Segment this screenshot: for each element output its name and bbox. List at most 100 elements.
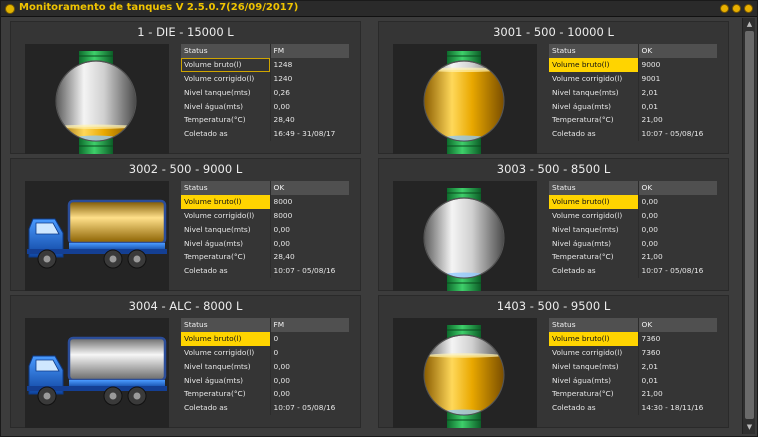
tank-data-table: Status OK Volume bruto(l) 0,00 Volume corrig… bbox=[549, 181, 717, 278]
field-label: Temperatura(°C) bbox=[549, 386, 639, 401]
table-row: Nivel tanque(mts) 0,26 bbox=[181, 85, 349, 100]
field-label: Nivel água(mts) bbox=[181, 99, 271, 113]
tank-card[interactable]: 3003 - 500 - 8500 L Status OK Volume bruto… bbox=[378, 158, 729, 292]
field-value: 2,01 bbox=[641, 361, 658, 371]
field-label: Temperatura(°C) bbox=[549, 112, 639, 127]
table-row: Volume corrigido(l) 7360 bbox=[549, 345, 717, 360]
table-row: Nivel água(mts) 0,01 bbox=[549, 99, 717, 113]
field-value: 2,01 bbox=[641, 87, 658, 97]
field-label: Volume bruto(l) bbox=[549, 57, 639, 72]
vertical-tank-icon bbox=[25, 44, 169, 155]
field-label: Volume bruto(l) bbox=[181, 331, 271, 346]
field-value: 21,00 bbox=[641, 389, 663, 399]
field-value: OK bbox=[638, 181, 717, 195]
tank-card[interactable]: 3001 - 500 - 10000 L Status OK Volume brut… bbox=[378, 21, 729, 155]
tank-card[interactable]: 3002 - 500 - 9000 L Status OK Volume bruto… bbox=[10, 158, 361, 291]
table-row: Status FM bbox=[181, 44, 349, 58]
field-label: Nivel água(mts) bbox=[549, 373, 639, 387]
field-value: FM bbox=[270, 318, 349, 332]
table-row: Nivel tanque(mts) 2,01 bbox=[549, 85, 717, 100]
field-label: Volume corrigido(l) bbox=[549, 208, 639, 223]
table-row: Volume corrigido(l) 1240 bbox=[181, 71, 349, 86]
field-label: Nivel tanque(mts) bbox=[181, 85, 271, 100]
table-row: Status OK bbox=[181, 181, 349, 195]
field-value: 10:07 - 05/08/16 bbox=[273, 266, 336, 276]
field-label: Temperatura(°C) bbox=[181, 249, 271, 264]
window-title: Monitoramento de tanques V 2.5.0.7(26/09… bbox=[19, 2, 299, 13]
title-bar: Monitoramento de tanques V 2.5.0.7(26/09… bbox=[1, 1, 757, 17]
field-label: Status bbox=[549, 181, 639, 195]
field-value: 10:07 - 05/08/16 bbox=[641, 129, 704, 139]
table-row: Volume corrigido(l) 0 bbox=[181, 345, 349, 360]
field-value: 16:49 - 31/08/17 bbox=[273, 129, 336, 139]
field-value: 0,00 bbox=[273, 389, 290, 399]
table-row: Volume bruto(l) 0 bbox=[181, 331, 349, 346]
table-row: Volume corrigido(l) 8000 bbox=[181, 208, 349, 223]
table-row: Nivel tanque(mts) 0,00 bbox=[549, 222, 717, 237]
field-label: Volume bruto(l) bbox=[181, 194, 271, 209]
field-value: OK bbox=[638, 318, 717, 332]
tank-title: 3002 - 500 - 9000 L bbox=[128, 162, 243, 176]
field-label: Volume corrigido(l) bbox=[549, 71, 639, 86]
scroll-thumb[interactable] bbox=[745, 31, 754, 419]
scroll-down-icon[interactable]: ▼ bbox=[743, 421, 756, 433]
table-row: Status FM bbox=[181, 318, 349, 332]
tank-card[interactable]: 1 - DIE - 15000 L Status FM Volume bruto(l… bbox=[10, 21, 361, 155]
field-label: Status bbox=[181, 318, 271, 332]
table-row: Temperatura(°C) 28,40 bbox=[181, 112, 349, 127]
field-value: 0,01 bbox=[641, 375, 658, 385]
table-row: Nivel água(mts) 0,00 bbox=[181, 236, 349, 250]
tank-data-table: Status OK Volume bruto(l) 9000 Volume corrig… bbox=[549, 44, 717, 141]
table-row: Coletado as 16:49 - 31/08/17 bbox=[181, 126, 349, 141]
tank-title: 3003 - 500 - 8500 L bbox=[496, 162, 611, 176]
field-value: 21,00 bbox=[641, 115, 663, 125]
field-label: Nivel tanque(mts) bbox=[181, 359, 271, 374]
table-row: Temperatura(°C) 28,40 bbox=[181, 249, 349, 264]
tank-data-table: Status OK Volume bruto(l) 8000 Volume corrig… bbox=[181, 181, 349, 278]
field-value: 28,40 bbox=[273, 252, 295, 262]
field-value: 10:07 - 05/08/16 bbox=[273, 403, 336, 413]
table-row: Temperatura(°C) 21,00 bbox=[549, 112, 717, 127]
field-value: 0,00 bbox=[641, 224, 658, 234]
tank-title: 1403 - 500 - 9500 L bbox=[496, 299, 611, 313]
field-value: 0,01 bbox=[641, 101, 658, 111]
tank-card[interactable]: 1403 - 500 - 9500 L Status OK Volume bruto… bbox=[378, 295, 729, 429]
field-label: Nivel água(mts) bbox=[549, 236, 639, 250]
app-window: Monitoramento de tanques V 2.5.0.7(26/09… bbox=[0, 0, 758, 437]
field-value: 10:07 - 05/08/16 bbox=[641, 266, 704, 276]
tank-title: 3001 - 500 - 10000 L bbox=[493, 25, 614, 39]
field-label: Nivel água(mts) bbox=[549, 99, 639, 113]
table-row: Coletado as 10:07 - 05/08/16 bbox=[549, 126, 717, 141]
field-label: Nivel tanque(mts) bbox=[181, 222, 271, 237]
minimize-button[interactable] bbox=[720, 4, 729, 13]
scroll-up-icon[interactable]: ▲ bbox=[743, 18, 756, 30]
field-label: Temperatura(°C) bbox=[181, 112, 271, 127]
table-row: Nivel água(mts) 0,00 bbox=[181, 99, 349, 113]
field-label: Temperatura(°C) bbox=[181, 386, 271, 401]
table-row: Nivel água(mts) 0,00 bbox=[549, 236, 717, 250]
table-row: Temperatura(°C) 0,00 bbox=[181, 386, 349, 401]
table-row: Volume bruto(l) 1248 bbox=[181, 57, 349, 72]
maximize-button[interactable] bbox=[732, 4, 741, 13]
close-button[interactable] bbox=[744, 4, 753, 13]
field-value: 8000 bbox=[273, 210, 293, 220]
table-row: Volume corrigido(l) 0,00 bbox=[549, 208, 717, 223]
field-label: Volume corrigido(l) bbox=[181, 345, 271, 360]
vertical-tank-icon bbox=[393, 318, 537, 429]
field-value: FM bbox=[270, 44, 349, 58]
field-label: Nivel água(mts) bbox=[181, 236, 271, 250]
field-label: Nivel água(mts) bbox=[181, 373, 271, 387]
field-label: Volume corrigido(l) bbox=[181, 208, 271, 223]
vertical-scrollbar[interactable]: ▲ ▼ bbox=[742, 18, 755, 434]
table-row: Coletado as 10:07 - 05/08/16 bbox=[181, 263, 349, 278]
field-label: Coletado as bbox=[181, 263, 271, 278]
table-row: Status OK bbox=[549, 181, 717, 195]
truck-tank bbox=[67, 199, 167, 245]
table-row: Volume bruto(l) 8000 bbox=[181, 194, 349, 209]
field-value: 0,00 bbox=[273, 361, 290, 371]
truck-tank-icon bbox=[25, 181, 169, 291]
tank-card[interactable]: 3004 - ALC - 8000 L Status FM Volume bruto… bbox=[10, 295, 361, 428]
truck-tank bbox=[67, 336, 167, 382]
field-label: Status bbox=[181, 44, 271, 58]
field-value: 0,00 bbox=[641, 210, 658, 220]
